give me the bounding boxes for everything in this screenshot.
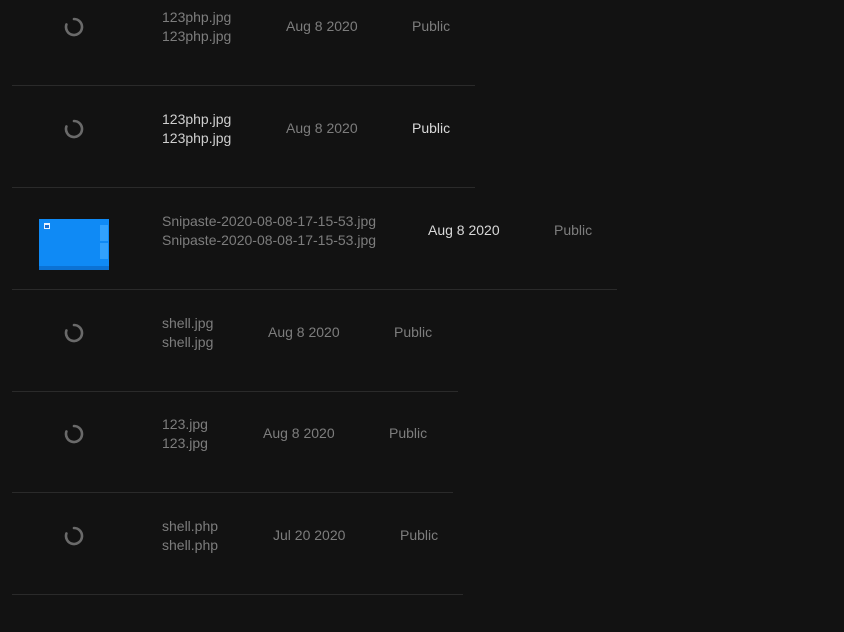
file-row[interactable]: 123.jpg 123.jpg Aug 8 2020 Public <box>12 392 453 493</box>
file-name-cell[interactable]: Snipaste-2020-08-08-17-15-53.jpg Snipast… <box>162 212 376 250</box>
image-thumbnail[interactable] <box>39 219 109 270</box>
file-name[interactable]: shell.php <box>162 517 218 536</box>
file-row[interactable]: shell.php shell.php Jul 20 2020 Public <box>12 494 463 595</box>
file-row[interactable]: 123php.jpg 123php.jpg Aug 8 2020 Public <box>12 0 475 86</box>
file-name[interactable]: 123php.jpg <box>162 110 231 129</box>
file-row[interactable]: Snipaste-2020-08-08-17-15-53.jpg Snipast… <box>12 189 617 290</box>
file-title: 123php.jpg <box>162 28 232 44</box>
file-visibility[interactable]: Public <box>394 324 432 340</box>
file-title: shell.jpg <box>162 334 214 350</box>
file-date: Aug 8 2020 <box>286 18 358 34</box>
file-visibility[interactable]: Public <box>412 18 450 34</box>
file-title: shell.php <box>162 537 219 553</box>
loading-spinner-icon <box>64 424 84 444</box>
file-title: Snipaste-2020-08-08-17-15-53.jpg <box>162 232 377 248</box>
file-name-cell[interactable]: shell.php shell.php <box>162 517 218 555</box>
file-title: 123php.jpg <box>162 130 232 146</box>
file-name[interactable]: 123.jpg <box>162 415 208 434</box>
file-name[interactable]: 123php.jpg <box>162 8 231 27</box>
file-visibility[interactable]: Public <box>389 425 427 441</box>
file-list: 123php.jpg 123php.jpg Aug 8 2020 Public … <box>0 0 844 632</box>
file-name-cell[interactable]: shell.jpg shell.jpg <box>162 314 213 352</box>
file-visibility[interactable]: Public <box>412 120 450 136</box>
file-date: Aug 8 2020 <box>263 425 335 441</box>
loading-spinner-icon <box>64 323 84 343</box>
file-date: Aug 8 2020 <box>268 324 340 340</box>
loading-spinner-icon <box>64 119 84 139</box>
file-name-cell[interactable]: 123php.jpg 123php.jpg <box>162 110 231 148</box>
file-title: 123.jpg <box>162 435 208 451</box>
file-name[interactable]: Snipaste-2020-08-08-17-15-53.jpg <box>162 212 376 231</box>
file-row[interactable]: shell.jpg shell.jpg Aug 8 2020 Public <box>12 291 458 392</box>
loading-spinner-icon <box>64 526 84 546</box>
file-date: Jul 20 2020 <box>273 527 346 543</box>
file-row[interactable]: 123php.jpg 123php.jpg Aug 8 2020 Public <box>12 87 475 188</box>
loading-spinner-icon <box>64 17 84 37</box>
file-date: Aug 8 2020 <box>428 222 500 238</box>
file-visibility[interactable]: Public <box>400 527 438 543</box>
file-date: Aug 8 2020 <box>286 120 358 136</box>
file-name[interactable]: shell.jpg <box>162 314 213 333</box>
file-visibility[interactable]: Public <box>554 222 592 238</box>
file-name-cell[interactable]: 123php.jpg 123php.jpg <box>162 8 231 46</box>
file-name-cell[interactable]: 123.jpg 123.jpg <box>162 415 208 453</box>
